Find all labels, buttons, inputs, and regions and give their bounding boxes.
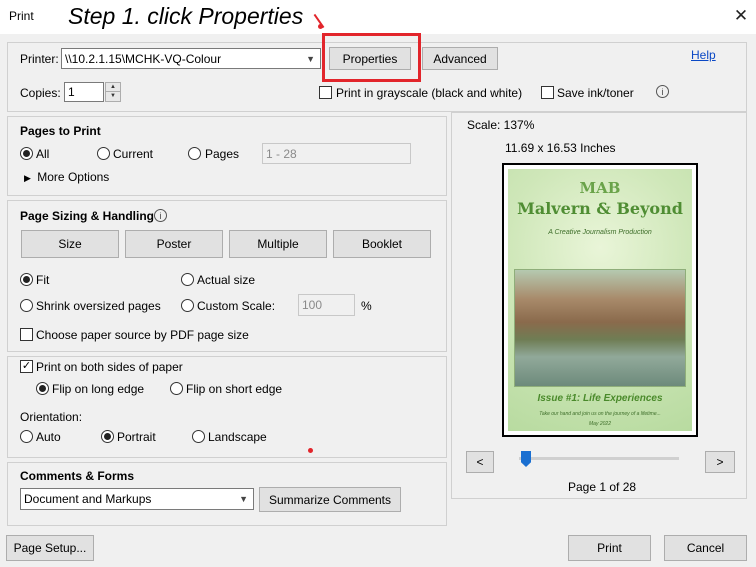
preview-photo xyxy=(514,269,686,387)
printer-select[interactable]: \\10.2.1.15\MCHK-VQ-Colour ▼ xyxy=(61,48,321,69)
step-annotation: Step 1. click Properties xyxy=(68,3,304,29)
choose-source-label: Choose paper source by PDF page size xyxy=(36,328,249,342)
short-edge-radio[interactable] xyxy=(170,382,183,395)
preview-subtitle: A Creative Journalism Production xyxy=(548,229,652,236)
copies-stepper[interactable]: ▲ ▼ xyxy=(105,82,121,102)
chevron-down-icon: ▼ xyxy=(306,53,315,64)
all-pages-radio[interactable] xyxy=(20,147,33,160)
multiple-button[interactable]: Multiple xyxy=(229,230,327,258)
copies-label: Copies: xyxy=(20,86,61,100)
pages-range-label: Pages xyxy=(205,147,240,161)
poster-button[interactable]: Poster xyxy=(125,230,223,258)
chevron-down-icon[interactable]: ▼ xyxy=(106,92,120,101)
current-page-radio[interactable] xyxy=(97,147,110,160)
long-edge-label: Flip on long edge xyxy=(52,382,145,396)
actual-size-label: Actual size xyxy=(197,273,256,287)
all-pages-label: All xyxy=(36,147,50,161)
copies-input[interactable]: 1 xyxy=(64,82,104,102)
page-setup-button[interactable]: Page Setup... xyxy=(6,535,94,561)
pages-range-radio[interactable] xyxy=(188,147,201,160)
both-sides-label: Print on both sides of paper xyxy=(36,360,183,374)
advanced-button[interactable]: Advanced xyxy=(422,47,498,70)
short-edge-label: Flip on short edge xyxy=(186,382,283,396)
custom-scale-input[interactable]: 100 xyxy=(298,294,355,316)
grayscale-label: Print in grayscale (black and white) xyxy=(336,86,523,100)
printer-select-value: \\10.2.1.15\MCHK-VQ-Colour xyxy=(65,51,222,66)
red-marker xyxy=(308,448,313,453)
next-page-button[interactable]: > xyxy=(705,451,735,473)
page-sizing-heading: Page Sizing & Handling xyxy=(20,209,155,223)
comments-select-value: Document and Markups xyxy=(24,492,152,506)
printer-label: Printer: xyxy=(20,52,59,66)
info-icon[interactable]: i xyxy=(656,85,669,98)
shrink-radio[interactable] xyxy=(20,299,33,312)
fit-radio[interactable] xyxy=(20,273,33,286)
booklet-button[interactable]: Booklet xyxy=(333,230,431,258)
choose-source-checkbox[interactable] xyxy=(20,328,33,341)
preview-title-mab: MAB xyxy=(579,179,621,197)
window-title: Print xyxy=(9,9,34,23)
summarize-comments-button[interactable]: Summarize Comments xyxy=(259,487,401,512)
preview-title-main: Malvern & Beyond xyxy=(517,199,683,218)
orientation-label: Orientation: xyxy=(20,410,83,424)
comments-select[interactable]: Document and Markups ▼ xyxy=(20,488,254,510)
annotation-arrow-tip xyxy=(318,24,323,29)
auto-orientation-radio[interactable] xyxy=(20,430,33,443)
preview-page-image: MAB Malvern & Beyond A Creative Journali… xyxy=(508,169,692,431)
comments-heading: Comments & Forms xyxy=(20,469,135,483)
current-page-label: Current xyxy=(113,147,154,161)
both-sides-checkbox[interactable]: ✓ xyxy=(20,360,33,373)
page-slider-track[interactable] xyxy=(519,457,679,460)
print-button[interactable]: Print xyxy=(568,535,651,561)
more-options-label: More Options xyxy=(37,170,110,184)
cancel-button[interactable]: Cancel xyxy=(664,535,747,561)
chevron-down-icon: ▼ xyxy=(239,494,248,504)
shrink-label: Shrink oversized pages xyxy=(36,299,161,313)
close-icon[interactable]: ✕ xyxy=(731,6,751,26)
preview-dimensions: 11.69 x 16.53 Inches xyxy=(505,141,616,155)
save-ink-checkbox[interactable] xyxy=(541,86,554,99)
custom-scale-label: Custom Scale: xyxy=(197,299,276,313)
info-icon[interactable]: i xyxy=(154,209,167,222)
preview-date: May 2022 xyxy=(589,421,611,427)
pages-to-print-heading: Pages to Print xyxy=(20,124,101,138)
save-ink-label: Save ink/toner xyxy=(557,86,634,100)
actual-size-radio[interactable] xyxy=(181,273,194,286)
portrait-label: Portrait xyxy=(117,430,156,444)
page-indicator: Page 1 of 28 xyxy=(568,480,637,494)
caret-right-icon: ▶ xyxy=(24,173,31,183)
percent-label: % xyxy=(361,299,372,313)
chevron-up-icon[interactable]: ▲ xyxy=(106,83,120,92)
preview-issue: Issue #1: Life Experiences xyxy=(537,393,663,404)
preview-frame: MAB Malvern & Beyond A Creative Journali… xyxy=(502,163,698,437)
landscape-label: Landscape xyxy=(208,430,267,444)
landscape-radio[interactable] xyxy=(192,430,205,443)
grayscale-checkbox[interactable] xyxy=(319,86,332,99)
prev-page-button[interactable]: < xyxy=(466,451,494,473)
auto-orientation-label: Auto xyxy=(36,430,61,444)
portrait-radio[interactable] xyxy=(101,430,114,443)
preview-scale: Scale: 137% xyxy=(467,118,535,132)
size-button[interactable]: Size xyxy=(21,230,119,258)
custom-scale-radio[interactable] xyxy=(181,299,194,312)
more-options-toggle[interactable]: ▶ More Options xyxy=(24,170,109,184)
long-edge-radio[interactable] xyxy=(36,382,49,395)
fit-label: Fit xyxy=(36,273,50,287)
pages-range-input[interactable]: 1 - 28 xyxy=(262,143,411,164)
preview-tagline: Take our hand and join us on the journey… xyxy=(539,411,661,417)
properties-button[interactable]: Properties xyxy=(329,47,411,70)
help-link[interactable]: Help xyxy=(691,48,716,62)
